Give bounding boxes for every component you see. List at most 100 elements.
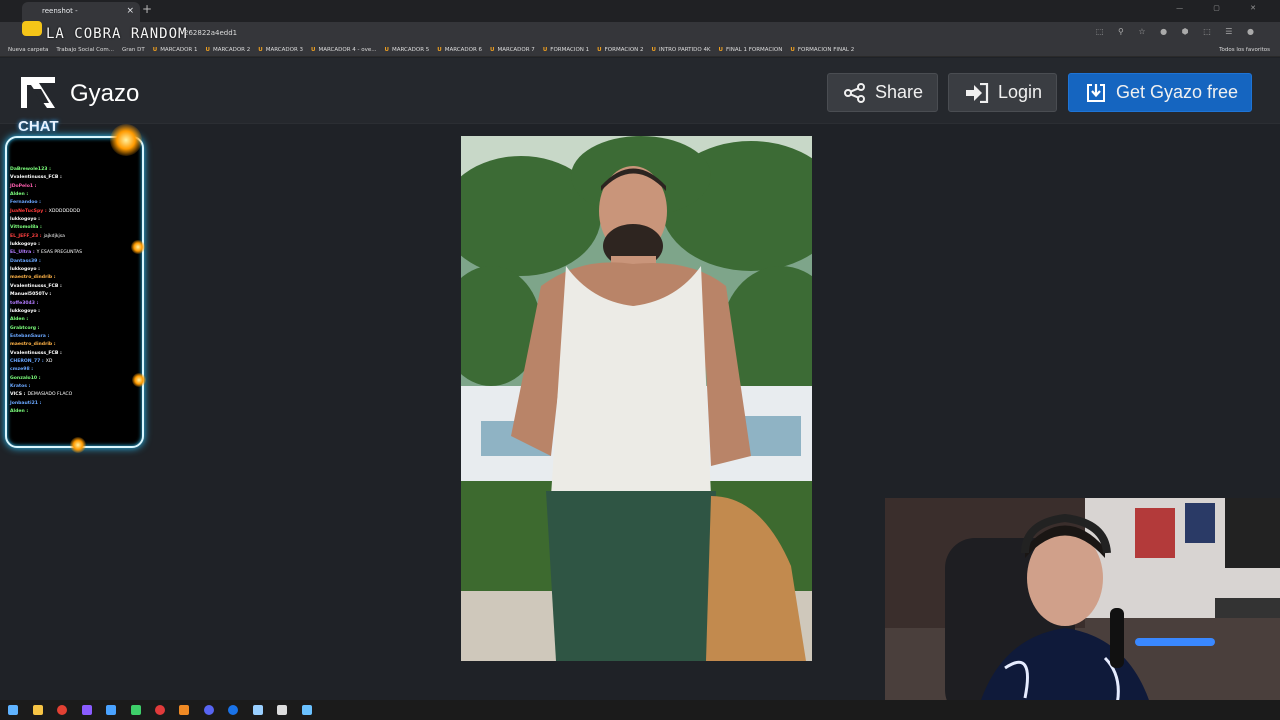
download-icon (1087, 84, 1105, 102)
chat-message: maestro_dindrib : (10, 341, 140, 349)
chat-username: maestro_dindrib : (10, 275, 56, 281)
chat-message: lukkogoyo : (10, 308, 140, 316)
browser-tab[interactable]: reenshot - 066e61a68277a5 × (22, 2, 140, 33)
chat-message: lukkogoyo : (10, 241, 140, 249)
chat-username: Grabtcorg : (10, 325, 40, 331)
app-icon[interactable] (277, 705, 287, 715)
bookmarks-all[interactable]: Todos los favoritos (1219, 44, 1270, 56)
url-field[interactable]: 262822a4edd1 (44, 25, 1094, 41)
bookmark-item[interactable]: INTRO PARTIDO 4K (652, 44, 711, 56)
gyazo-brand[interactable]: Gyazo (70, 80, 139, 108)
chat-text: DEMASIADO FLACO (27, 392, 73, 398)
bookmark-item[interactable]: MARCADOR 3 (258, 44, 303, 56)
chat-message: DaBrewole123 : (10, 166, 140, 174)
bookmark-item[interactable]: MARCADOR 5 (385, 44, 429, 56)
chat-username: Fernandoo : (10, 200, 42, 206)
chat-username: Jonbauti21 : (10, 400, 42, 406)
chat-username: JuaNeTucSpy : (10, 208, 47, 214)
folder-icon[interactable] (33, 705, 43, 715)
bookmarks-bar: Nueva carpeta Trabajo Social Com... Gran D… (0, 44, 1280, 57)
get-gyazo-label: Get Gyazo free (1116, 82, 1239, 102)
discord-icon[interactable] (204, 705, 214, 715)
bookmark-item[interactable]: Trabajo Social Com... (56, 44, 114, 56)
app-icon[interactable] (131, 705, 141, 715)
app-icon[interactable] (106, 705, 116, 715)
chat-message: Kratos : (10, 383, 140, 391)
chat-message: Vvalentinusss_FCB : (10, 174, 140, 182)
chat-username: lukkogoyo : (10, 217, 41, 223)
bookmark-item[interactable]: MARCADOR 2 (205, 44, 250, 56)
app-icon[interactable] (253, 705, 263, 715)
bookmark-item[interactable]: MARCADOR 7 (490, 44, 535, 56)
bookmark-item[interactable]: Nueva carpeta (8, 44, 48, 56)
chat-message: Gonzalo10 : (10, 375, 140, 383)
get-gyazo-button[interactable]: Get Gyazo free (1068, 73, 1252, 112)
chat-username: JDoPelo1 : (10, 183, 37, 189)
chat-panel: DaBrewole123 : Vvalentinusss_FCB : JDoPelo… (5, 136, 144, 448)
chat-message: Alden : (10, 191, 140, 199)
chat-message: Fernandoo : (10, 199, 140, 207)
chat-message: cmze98 : (10, 366, 140, 374)
new-tab-button[interactable]: + (142, 2, 152, 16)
chrome-icon[interactable] (57, 705, 67, 715)
chat-message: lukkogoyo : (10, 266, 140, 274)
chat-message: lukkogoyo : (10, 216, 140, 224)
window-controls[interactable]: — ▢ ✕ (1176, 4, 1270, 12)
stream-title: LA COBRA RANDOM (46, 26, 188, 42)
app-icon[interactable] (228, 705, 238, 715)
chat-username: maestro_dindrib : (10, 342, 56, 348)
chat-message: maestro_dindrib : (10, 274, 140, 282)
app-icon[interactable] (155, 705, 165, 715)
bookmark-item[interactable]: FORMACION 2 (597, 44, 644, 56)
bookmark-item[interactable]: MARCADOR 6 (437, 44, 482, 56)
bookmark-item[interactable]: FORMACION FINAL 2 (790, 44, 854, 56)
bookmark-item[interactable]: MARCADOR 1 (153, 44, 197, 56)
webcam-feed (885, 498, 1280, 720)
chat-label: CHAT (18, 118, 59, 135)
chat-username: Vvalentinusss_FCB : (10, 175, 62, 181)
tab-close-icon[interactable]: × (126, 2, 134, 20)
chat-username: Gonzalo10 : (10, 375, 41, 381)
chat-message: EL_Ultra :Y ESAS PREGUNTAS (10, 249, 140, 257)
browser-tabbar: reenshot - 066e61a68277a5 × + — ▢ ✕ (0, 0, 1280, 33)
chat-username: CHERON_77 : (10, 358, 44, 364)
chat-message: Jonbauti21 : (10, 400, 140, 408)
spark-decoration (70, 437, 86, 453)
chat-message: VICS : DEMASIADO FLACO (10, 391, 140, 399)
chat-username: Vvalentinusss_FCB : (10, 350, 62, 356)
login-button[interactable]: Login (948, 73, 1057, 112)
app-icon[interactable] (82, 705, 92, 715)
chat-message: EstebanSaura : (10, 333, 140, 341)
chat-text: Y ESAS PREGUNTAS (36, 250, 83, 256)
chat-username: toffe3043 : (10, 300, 39, 306)
chat-username: Vvalentinusss_FCB : (10, 283, 62, 289)
spark-decoration (132, 373, 146, 387)
gyazo-logo-icon[interactable] (19, 75, 57, 110)
login-icon (966, 83, 989, 103)
chat-username: Alden : (10, 408, 29, 414)
chat-username: lukkogoyo : (10, 308, 41, 314)
app-icon[interactable] (302, 705, 312, 715)
chat-username: Vittomol8a : (10, 225, 42, 231)
app-icon[interactable] (179, 705, 189, 715)
chat-message: Manuel5050Tv : (10, 291, 140, 299)
chat-message: Alden : (10, 408, 140, 416)
bookmark-item[interactable]: FINAL 1 FORMACION (719, 44, 782, 56)
chat-message: Dantass39 : (10, 258, 140, 266)
share-icon (844, 83, 865, 103)
bookmark-item[interactable]: Gran DT (122, 44, 145, 56)
browser-toolbar-icons[interactable]: ⬚ ⚲ ☆ ● ⬢ ⬚ ☰ ● (1096, 27, 1260, 36)
start-icon[interactable] (8, 705, 18, 715)
bookmark-item[interactable]: FORMACION 1 (543, 44, 589, 56)
share-button[interactable]: Share (827, 73, 938, 112)
chat-username: EstebanSaura : (10, 333, 50, 339)
spark-decoration (110, 124, 142, 156)
share-label: Share (875, 82, 924, 102)
chat-text: XDDDDDDDD (48, 208, 81, 214)
address-bar-row: 262822a4edd1 ⬚ ⚲ ☆ ● ⬢ ⬚ ☰ ● (0, 22, 1280, 44)
screenshot-image[interactable] (461, 136, 812, 661)
chat-message: JuaNeTucSpy : XDDDDDDDD (10, 208, 140, 216)
chat-username: Kratos : (10, 383, 31, 389)
chat-username: cmze98 : (10, 367, 34, 373)
bookmark-item[interactable]: MARCADOR 4 - ove... (311, 44, 376, 56)
